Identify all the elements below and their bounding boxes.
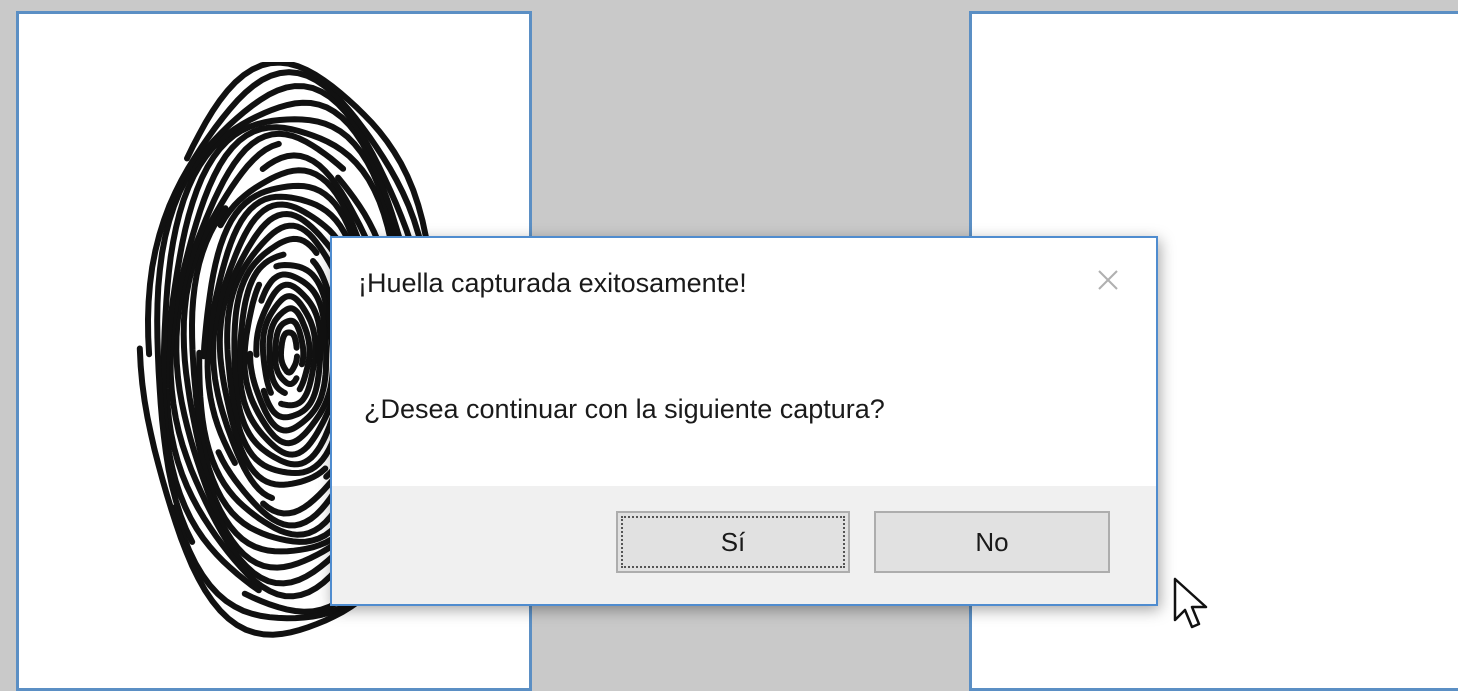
close-icon[interactable]: [1090, 262, 1126, 298]
dialog-footer: Sí No: [332, 486, 1156, 604]
dialog-title: ¡Huella capturada exitosamente!: [358, 268, 747, 298]
no-button[interactable]: No: [874, 511, 1110, 573]
yes-button[interactable]: Sí: [616, 511, 850, 573]
arrow-cursor-icon: [1173, 577, 1208, 629]
dialog-message: ¿Desea continuar con la siguiente captur…: [364, 394, 885, 424]
confirm-dialog: ¡Huella capturada exitosamente! ¿Desea c…: [330, 236, 1158, 606]
